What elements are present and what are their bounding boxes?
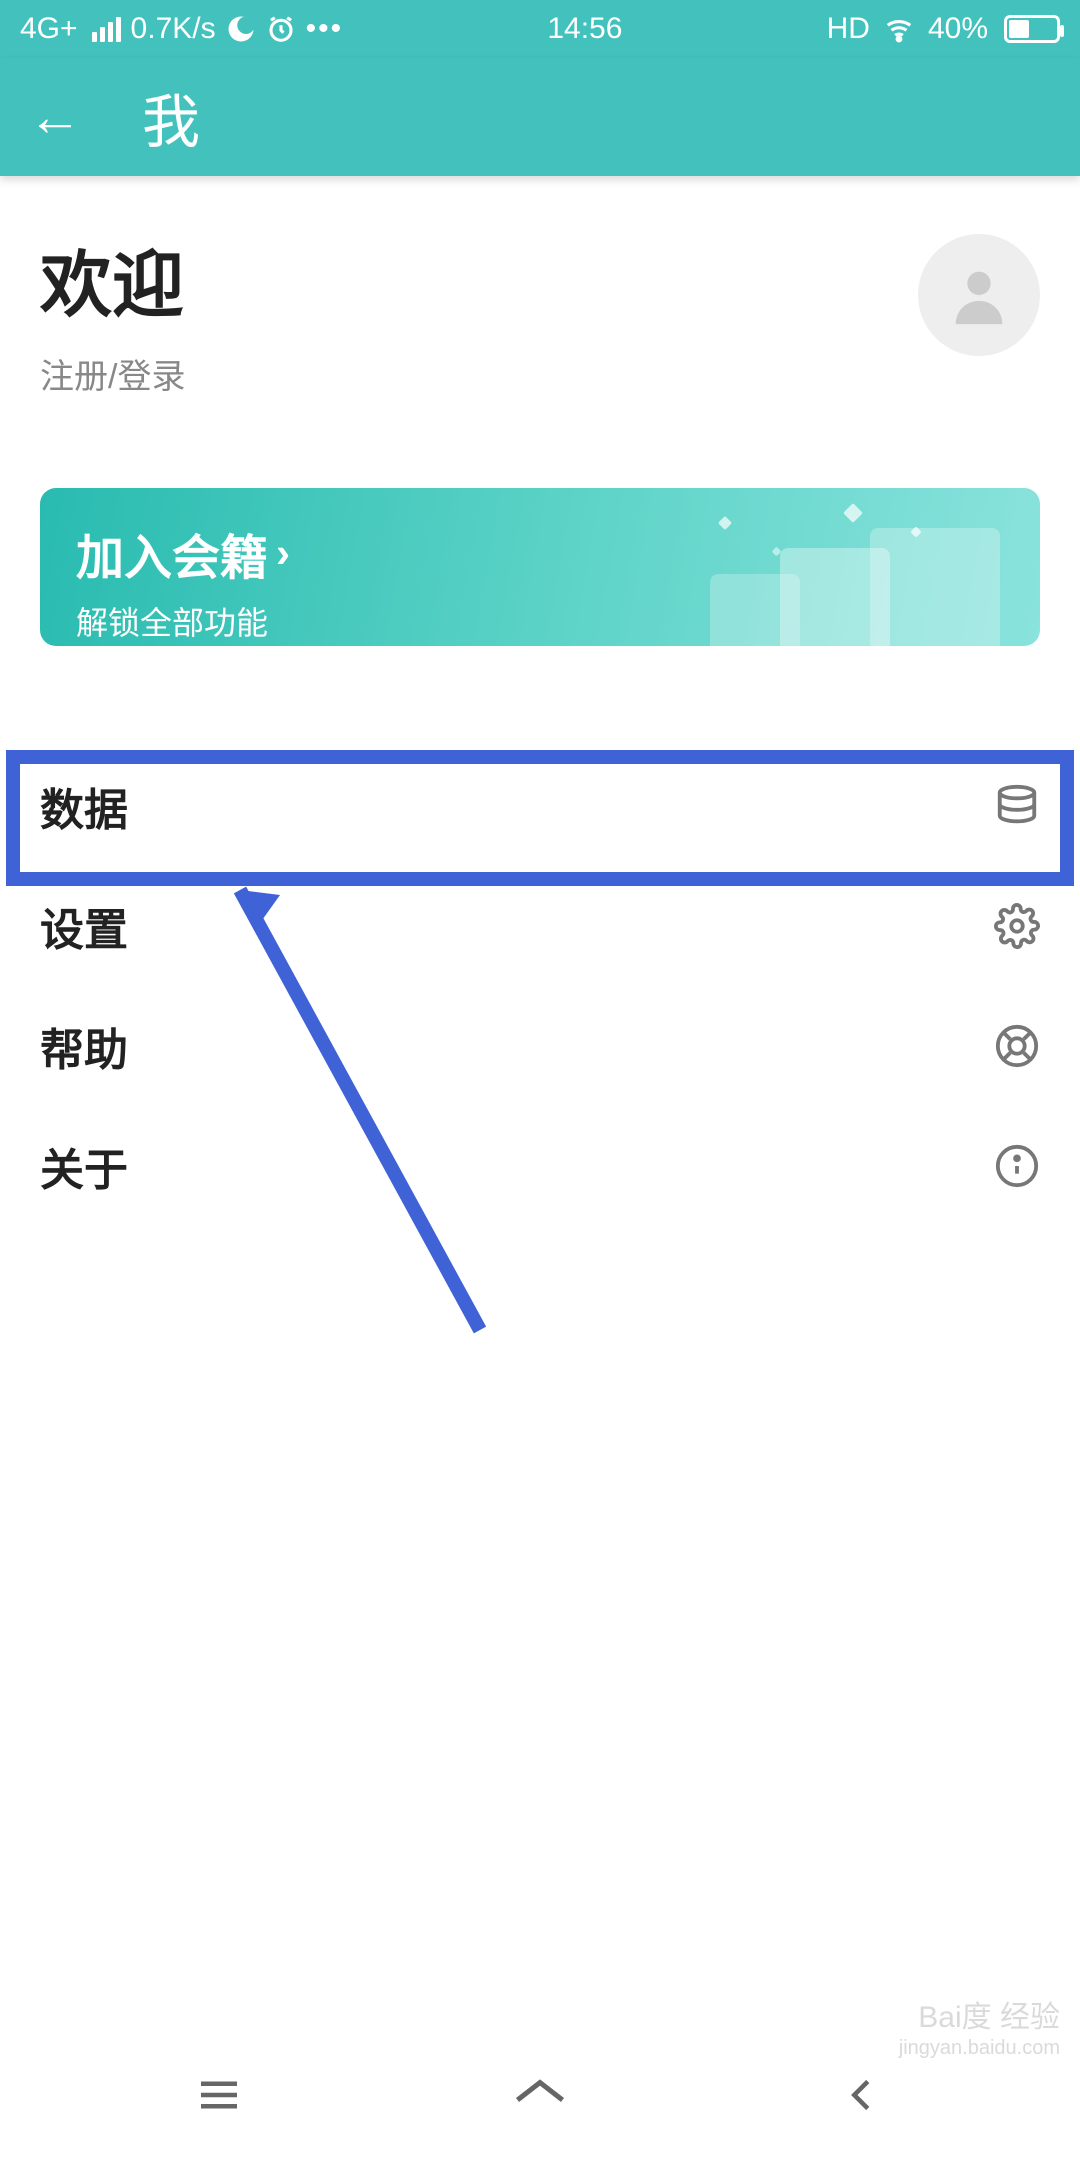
menu-label: 关于 xyxy=(40,1134,128,1198)
status-time: 14:56 xyxy=(547,12,622,46)
menu-item-data[interactable]: 数据 xyxy=(0,746,1080,866)
status-bar: 4G+ 0.7K/s ••• 14:56 HD 40% xyxy=(0,0,1080,58)
welcome-label: 欢迎 xyxy=(40,226,185,331)
alarm-icon xyxy=(266,14,296,44)
wifi-icon xyxy=(882,14,916,44)
login-link[interactable]: 注册/登录 xyxy=(40,349,185,398)
menu-item-help[interactable]: 帮助 xyxy=(0,986,1080,1106)
battery-icon xyxy=(1000,15,1060,43)
menu-label: 设置 xyxy=(40,894,128,958)
page-title: 我 xyxy=(142,75,200,159)
membership-title: 加入会籍 xyxy=(76,518,268,588)
signal-icon xyxy=(92,17,121,42)
chevron-right-icon: › xyxy=(276,529,290,577)
gear-icon xyxy=(994,903,1040,949)
menu-item-settings[interactable]: 设置 xyxy=(0,866,1080,986)
back-button[interactable]: ← xyxy=(28,86,82,148)
menu-list: 数据 设置 帮助 关于 xyxy=(0,746,1080,1226)
more-icon: ••• xyxy=(306,12,344,46)
menu-item-about[interactable]: 关于 xyxy=(0,1106,1080,1226)
menu-label: 数据 xyxy=(40,774,128,838)
menu-label: 帮助 xyxy=(40,1014,128,1078)
profile-section: 欢迎 注册/登录 xyxy=(0,176,1080,428)
bottom-nav xyxy=(0,2030,1080,2160)
menu-icon[interactable] xyxy=(192,2068,246,2122)
info-icon xyxy=(994,1143,1040,1189)
battery-percent: 40% xyxy=(928,12,988,46)
network-speed: 0.7K/s xyxy=(131,12,216,46)
moon-icon xyxy=(226,14,256,44)
membership-banner[interactable]: 加入会籍 › 解锁全部功能 xyxy=(40,488,1040,646)
database-icon xyxy=(994,783,1040,829)
back-nav-icon[interactable] xyxy=(834,2068,888,2122)
network-type: 4G+ xyxy=(20,12,78,46)
hd-indicator: HD xyxy=(827,12,870,46)
lifebuoy-icon xyxy=(994,1023,1040,1069)
avatar[interactable] xyxy=(918,234,1040,356)
home-icon[interactable] xyxy=(510,2065,570,2125)
person-icon xyxy=(944,260,1014,330)
app-header: ← 我 xyxy=(0,58,1080,176)
